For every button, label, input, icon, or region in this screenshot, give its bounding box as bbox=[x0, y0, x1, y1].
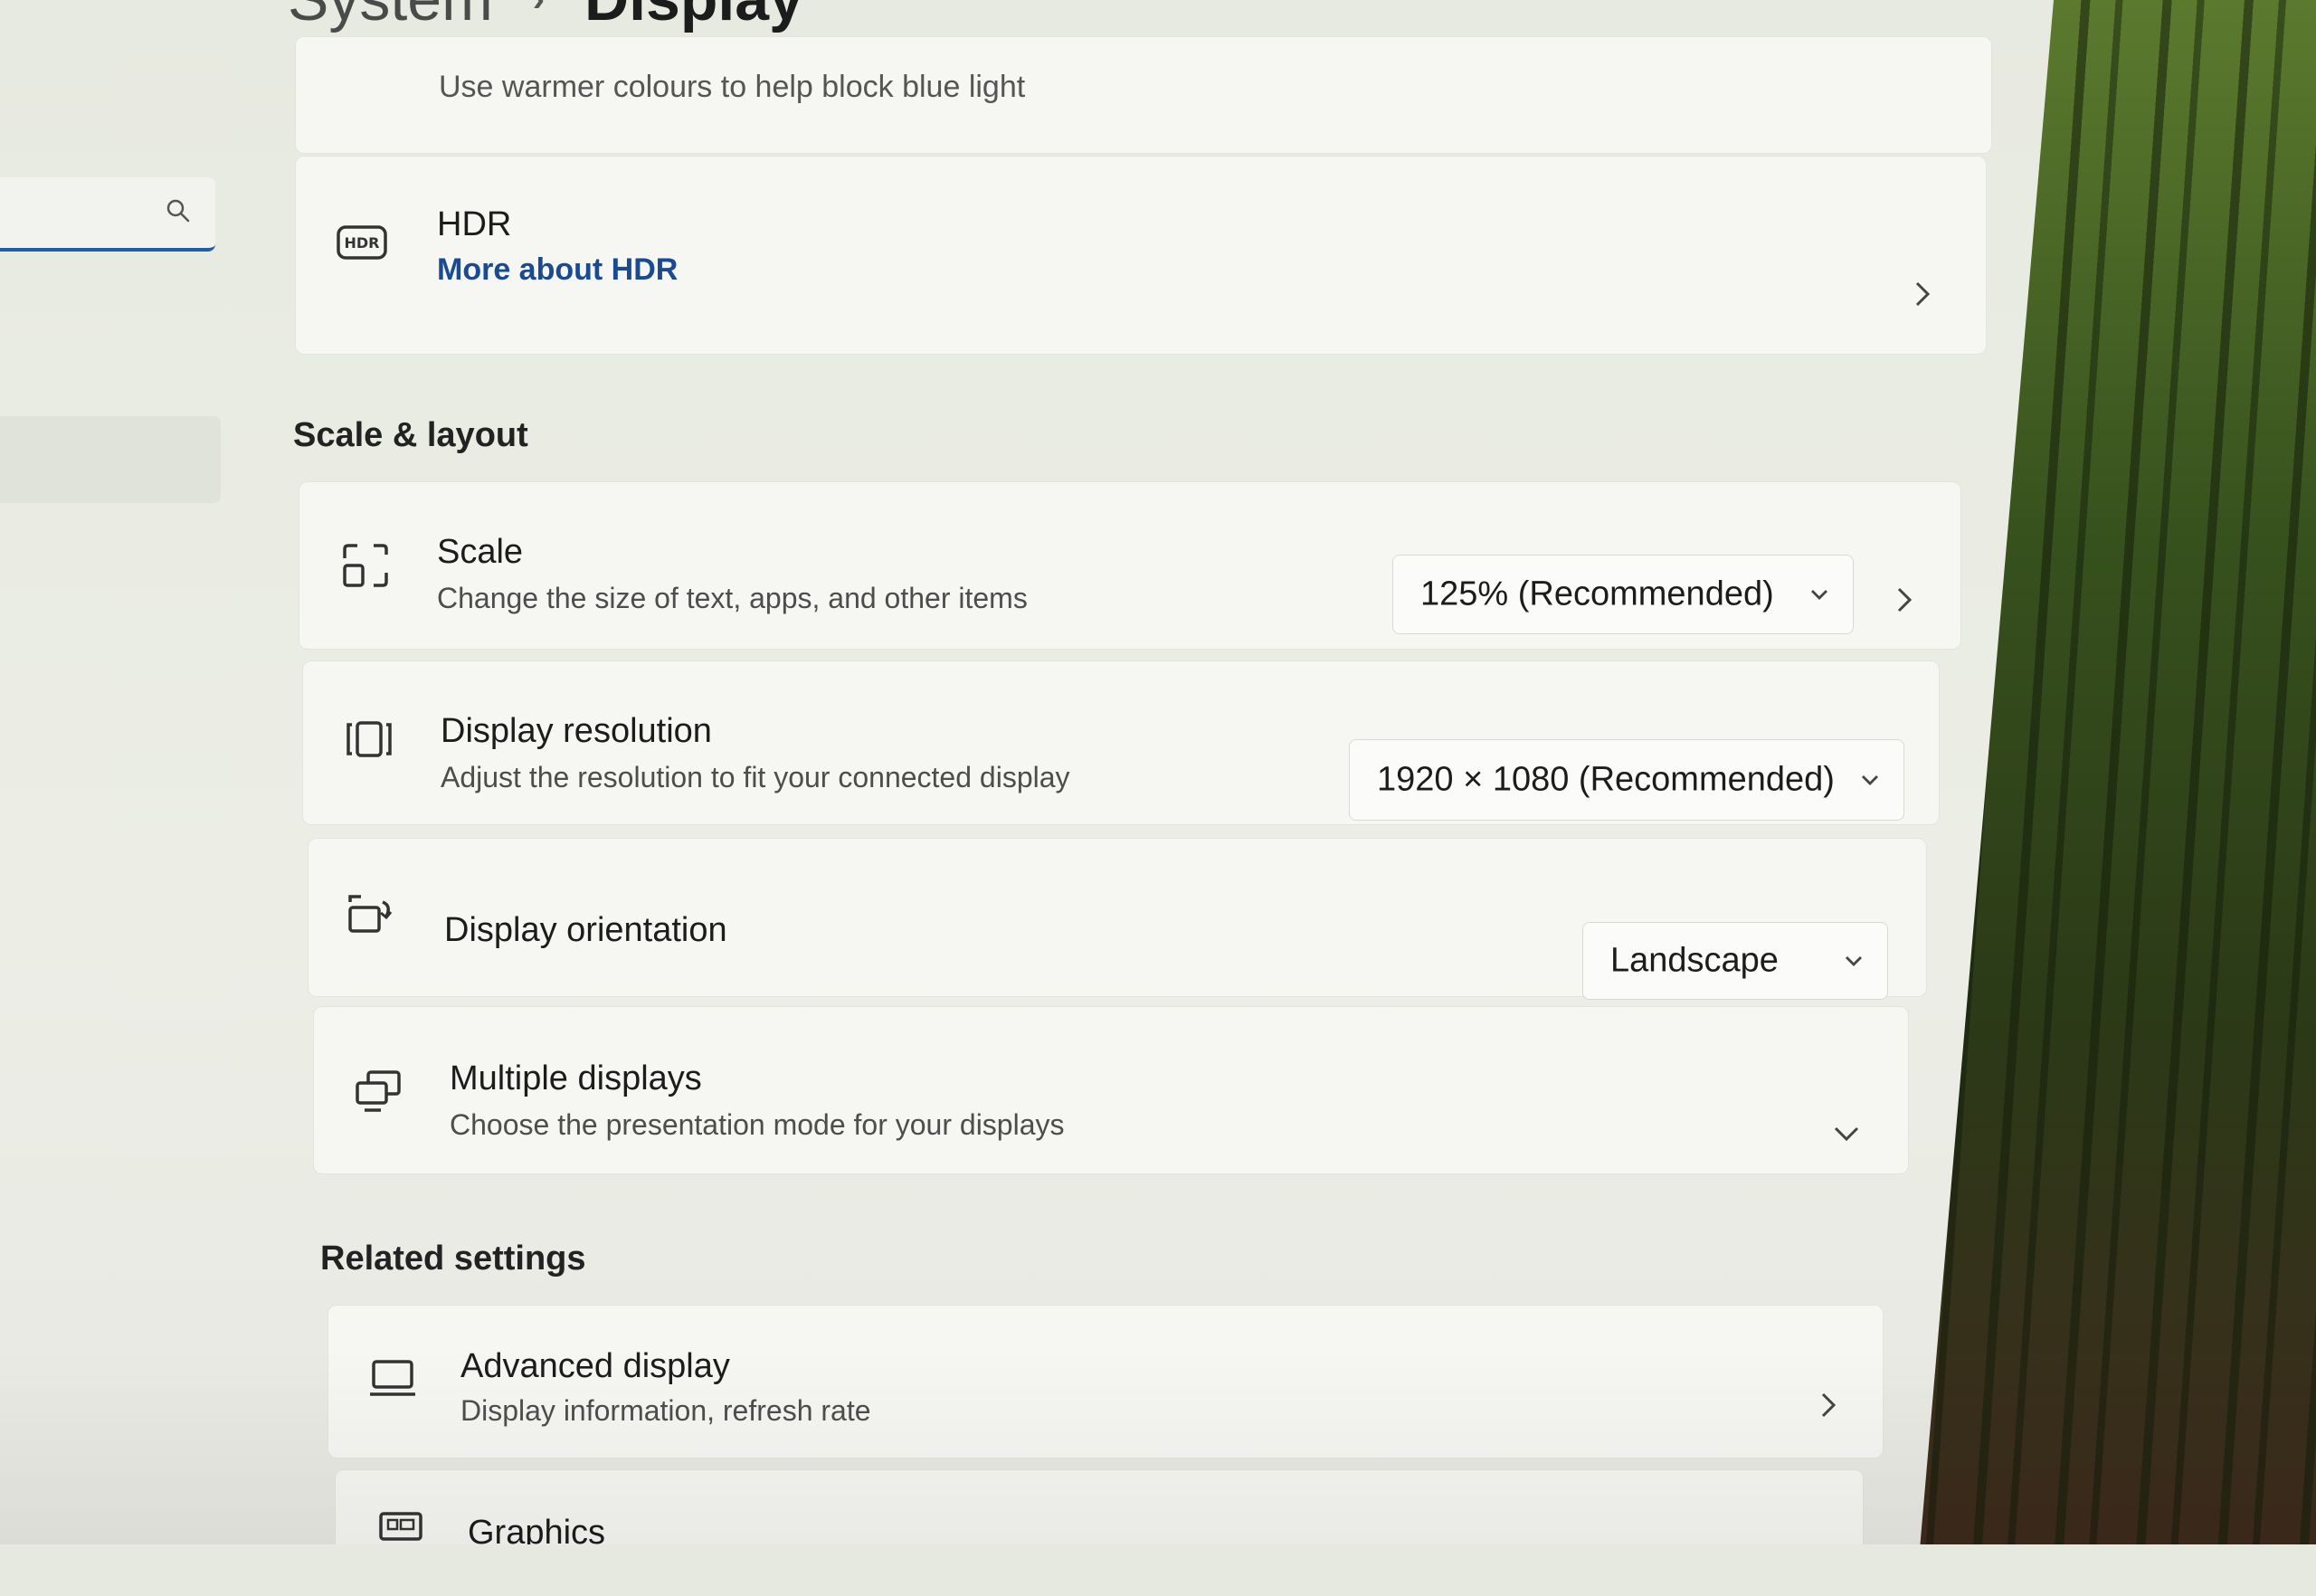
chevron-down-icon[interactable] bbox=[1830, 1117, 1863, 1150]
settings-window: System › Display Use warmer colours to h… bbox=[0, 0, 2054, 1544]
chevron-right-icon[interactable] bbox=[1812, 1389, 1845, 1421]
display-resolution-dropdown[interactable]: 1920 × 1080 (Recommended) bbox=[1349, 739, 1904, 821]
graphics-title: Graphics bbox=[468, 1514, 606, 1552]
sidebar bbox=[0, 0, 226, 1544]
breadcrumb-parent[interactable]: System bbox=[288, 0, 493, 34]
multiple-displays-card[interactable]: Multiple displays Choose the presentatio… bbox=[313, 1006, 1909, 1174]
scale-icon bbox=[343, 544, 388, 587]
chevron-down-icon bbox=[1846, 956, 1862, 966]
graphics-card[interactable]: Graphics bbox=[335, 1469, 1864, 1552]
page-title: Display bbox=[584, 0, 803, 34]
breadcrumb: System › Display bbox=[288, 0, 803, 34]
advanced-display-subtitle: Display information, refresh rate bbox=[460, 1394, 871, 1427]
multiple-displays-icon bbox=[356, 1070, 401, 1112]
section-header-related-settings: Related settings bbox=[320, 1240, 586, 1278]
advanced-display-title: Advanced display bbox=[460, 1347, 730, 1385]
search-input[interactable] bbox=[0, 177, 148, 246]
display-orientation-card[interactable]: Display orientation Landscape bbox=[308, 838, 1927, 1000]
display-orientation-dropdown[interactable]: Landscape bbox=[1582, 922, 1888, 1000]
chevron-down-icon bbox=[1862, 775, 1878, 785]
hdr-link[interactable]: More about HDR bbox=[437, 252, 678, 288]
chevron-down-icon bbox=[1811, 590, 1827, 600]
graphics-card-icon bbox=[379, 1512, 422, 1541]
multiple-displays-subtitle: Choose the presentation mode for your di… bbox=[450, 1108, 1065, 1141]
breadcrumb-separator: › bbox=[533, 0, 545, 20]
chevron-right-icon[interactable] bbox=[1888, 584, 1921, 616]
display-resolution-card[interactable]: Display resolution Adjust the resolution… bbox=[302, 660, 1940, 825]
resolution-icon bbox=[346, 721, 392, 757]
scale-title: Scale bbox=[437, 533, 524, 571]
sidebar-item-system[interactable] bbox=[0, 416, 221, 503]
orientation-icon bbox=[348, 895, 393, 933]
monitor-icon bbox=[370, 1360, 415, 1396]
scale-card[interactable]: Scale Change the size of text, apps, and… bbox=[299, 481, 1961, 650]
search-box[interactable] bbox=[0, 177, 215, 252]
display-orientation-title: Display orientation bbox=[444, 911, 727, 949]
display-resolution-subtitle: Adjust the resolution to fit your connec… bbox=[441, 761, 1070, 793]
night-light-card[interactable]: Use warmer colours to help block blue li… bbox=[295, 36, 1992, 154]
scale-dropdown-value: 125% (Recommended) bbox=[1420, 575, 1774, 613]
advanced-display-card[interactable]: Advanced display Display information, re… bbox=[327, 1305, 1884, 1458]
multiple-displays-title: Multiple displays bbox=[450, 1059, 702, 1097]
chevron-right-icon[interactable] bbox=[1906, 278, 1939, 310]
scale-subtitle: Change the size of text, apps, and other… bbox=[437, 582, 1028, 614]
scale-dropdown[interactable]: 125% (Recommended) bbox=[1392, 555, 1854, 634]
display-resolution-dropdown-value: 1920 × 1080 (Recommended) bbox=[1377, 760, 1835, 799]
display-orientation-dropdown-value: Landscape bbox=[1610, 941, 1779, 980]
hdr-title: HDR bbox=[437, 205, 512, 243]
display-resolution-title: Display resolution bbox=[441, 712, 712, 750]
svg-text:HDR: HDR bbox=[345, 234, 380, 252]
section-header-scale-layout: Scale & layout bbox=[293, 416, 528, 454]
search-icon[interactable] bbox=[165, 197, 192, 224]
hdr-card[interactable]: HDR HDR More about HDR bbox=[295, 156, 1987, 355]
hdr-icon: HDR bbox=[337, 225, 387, 260]
night-light-subtitle: Use warmer colours to help block blue li… bbox=[439, 70, 1026, 104]
